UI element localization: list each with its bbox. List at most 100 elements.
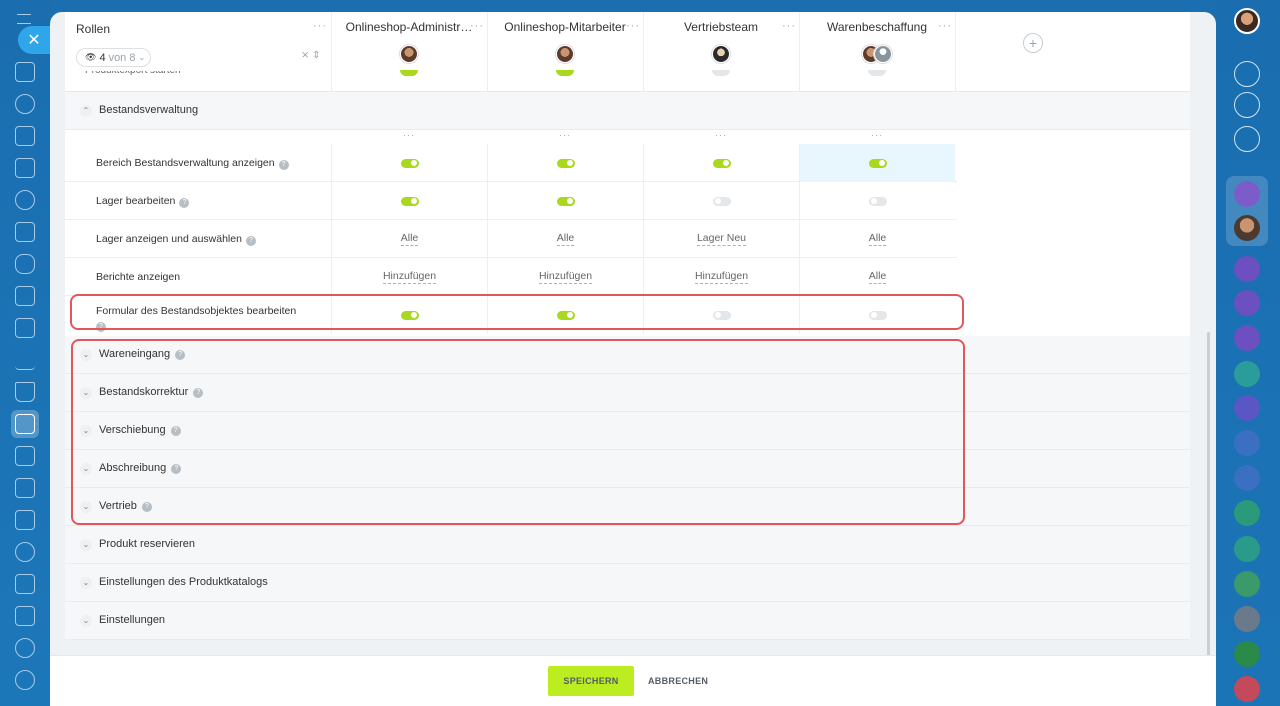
tasks-icon[interactable] [15,126,35,146]
settings-gear-icon[interactable] [15,670,35,690]
search-chat-icon[interactable] [1234,126,1260,152]
automation-icon[interactable] [15,542,35,562]
more-icon[interactable]: ··· [487,130,643,140]
chat-channel-icon[interactable] [1234,325,1260,351]
more-icon[interactable]: ··· [643,130,799,140]
toggle-switch[interactable] [868,196,887,206]
permission-value-link[interactable]: Alle [400,232,419,246]
section-settings[interactable]: ⌄ Einstellungen [65,602,1190,640]
column-header-role-3[interactable]: Vertriebsteam [643,20,799,34]
shop-cart-icon[interactable] [15,382,35,402]
permission-cell: Hinzufügen [643,258,799,296]
task-check-icon[interactable] [1234,571,1260,597]
toggle-switch[interactable] [868,158,887,168]
notifications-bell-icon[interactable] [1234,61,1260,87]
highlight-box [71,339,965,525]
bot-avatar[interactable] [1234,606,1260,632]
chat-icon[interactable] [15,254,35,274]
inventory-filter-icon[interactable] [15,414,35,434]
home-icon[interactable] [15,62,35,82]
permission-value-link[interactable]: Alle [868,270,887,284]
permission-value-link[interactable]: Alle [868,232,887,246]
menu-icon[interactable] [17,14,31,24]
copilot-icon[interactable] [1234,92,1260,118]
toggle-switch[interactable] [712,158,731,168]
payments-icon[interactable] [15,286,35,306]
section-catalog-settings[interactable]: ⌄ Einstellungen des Produktkatalogs [65,564,1190,602]
target-icon[interactable] [15,638,35,658]
permission-label: Lager anzeigen und auswählen [96,233,242,245]
analytics-icon[interactable] [15,350,35,370]
documents-icon[interactable] [15,222,35,242]
open-lines-icon[interactable] [1234,181,1260,207]
permission-cell [643,182,799,220]
contact-avatar[interactable] [1234,215,1260,241]
column-header-role-2[interactable]: Onlineshop-Mitarbeiter [487,20,643,34]
toggle-switch[interactable] [712,196,731,206]
avatar[interactable] [874,45,892,63]
toggle-switch[interactable] [556,158,575,168]
sign-icon[interactable] [15,446,35,466]
more-icon[interactable]: ··· [313,20,327,32]
more-icon[interactable]: ··· [470,20,484,32]
permission-label: Bereich Bestandsverwaltung anzeigen [96,157,275,169]
permission-cell [331,144,487,182]
permission-cell: Alle [487,220,643,258]
contacts-icon[interactable] [15,190,35,210]
scrollbar[interactable] [1207,332,1210,706]
sites-icon[interactable] [15,318,35,338]
feed-icon[interactable] [15,94,35,114]
phone-icon[interactable] [1234,676,1260,702]
more-icon[interactable]: ··· [626,20,640,32]
help-icon[interactable]: ? [245,236,256,246]
chat-channel-icon[interactable] [1234,256,1260,282]
lock-icon[interactable] [1234,430,1260,456]
permission-value-link[interactable]: Lager Neu [696,232,747,246]
task-check-icon[interactable] [1234,500,1260,526]
cancel-button[interactable]: ABBRECHEN [648,666,708,696]
plus-icon[interactable]: + [1023,33,1043,53]
avatar[interactable] [556,45,574,63]
phone-icon[interactable] [1234,641,1260,667]
lock-icon[interactable] [1234,395,1260,421]
toggle-switch[interactable] [400,196,419,206]
help-icon[interactable]: ? [278,160,289,170]
role-permissions-panel: Rollen ··· 👁 4 von 8 ⌄ ⨯ ⇕ Onlineshop-Ad… [50,12,1216,706]
robot-icon[interactable] [15,606,35,626]
column-header-role-1[interactable]: Onlineshop-Administr… [331,20,487,34]
close-icon[interactable]: ✕ [18,26,50,54]
column-header-role-4[interactable]: Warenbeschaffung [799,20,955,34]
row-label-peek: Produktexport starten [85,71,181,79]
more-icon[interactable]: ··· [782,20,796,32]
chat-channel-icon[interactable] [1234,290,1260,316]
permission-label: Berichte anzeigen [96,271,181,283]
permission-value-link[interactable]: Hinzufügen [382,270,437,284]
permission-value-link[interactable]: Hinzufügen [538,270,593,284]
more-icon[interactable]: ··· [938,20,952,32]
calendar-icon[interactable] [15,574,35,594]
role-counter-dropdown[interactable]: 👁 4 von 8 ⌄ [76,48,151,67]
avatar[interactable] [400,45,418,63]
section-stock-management[interactable]: ⌃ Bestandsverwaltung [65,92,1190,130]
section-label: Einstellungen des Produktkatalogs [99,576,268,588]
save-button[interactable]: SPEICHERN [548,666,634,696]
bank-icon[interactable] [15,478,35,498]
help-icon[interactable]: ? [179,198,190,208]
permission-value-link[interactable]: Hinzufügen [694,270,749,284]
chevron-down-icon: ⌄ [138,53,146,62]
checklist-icon[interactable] [15,158,35,178]
permission-value-link[interactable]: Alle [556,232,575,246]
permission-cell: Alle [799,220,955,258]
toggle-switch[interactable] [400,158,419,168]
lock-icon[interactable] [1234,536,1260,562]
collapse-expand-icon[interactable]: ⨯ ⇕ [301,50,321,61]
avatar[interactable] [712,45,730,63]
lock-icon[interactable] [1234,361,1260,387]
toggle-switch[interactable] [556,196,575,206]
booking-icon[interactable] [15,510,35,530]
section-reserve-product[interactable]: ⌄ Produkt reservieren [65,526,1190,564]
more-icon[interactable]: ··· [331,130,487,140]
user-avatar[interactable] [1234,8,1260,34]
lock-icon[interactable] [1234,465,1260,491]
more-icon[interactable]: ··· [799,130,955,140]
